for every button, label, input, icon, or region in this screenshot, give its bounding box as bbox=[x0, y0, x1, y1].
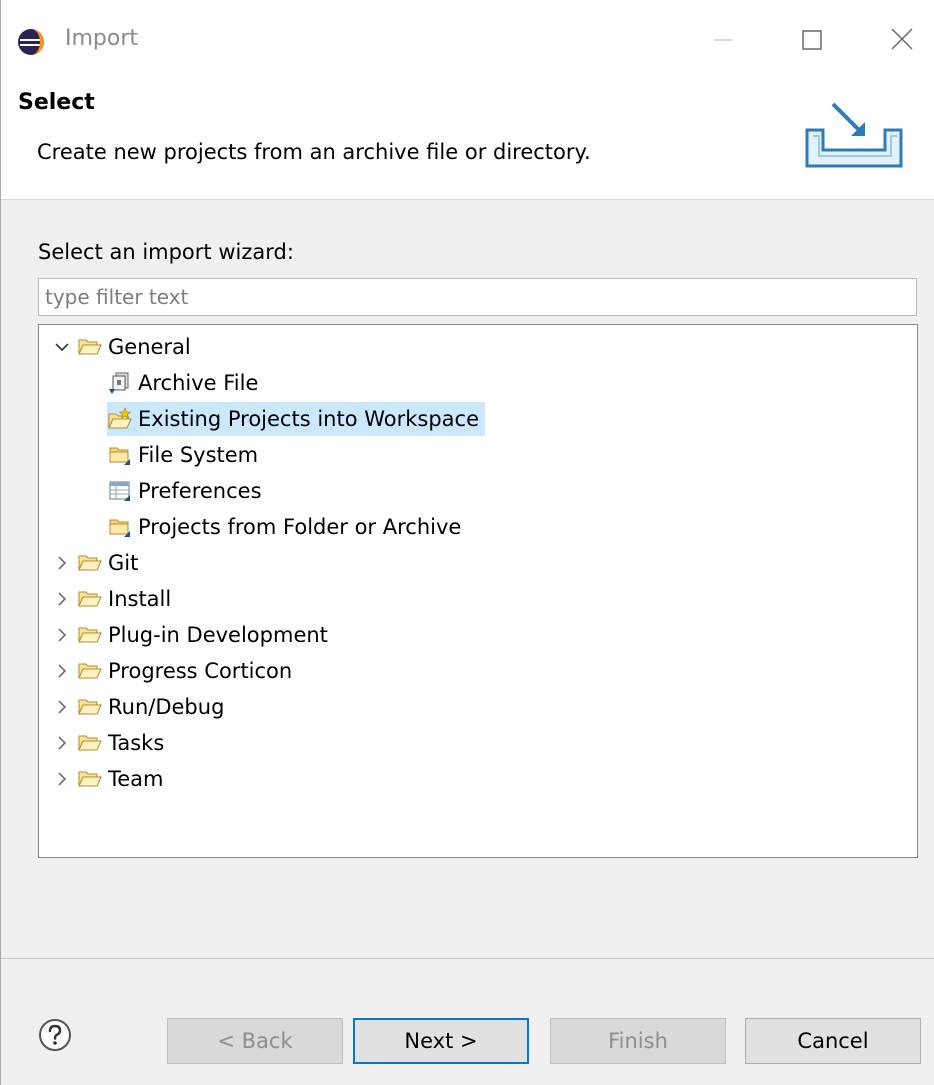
close-icon bbox=[891, 28, 913, 50]
close-button[interactable] bbox=[878, 18, 928, 62]
tree-item-archive-file[interactable]: Archive File bbox=[107, 366, 264, 400]
tree-item-label: Tasks bbox=[108, 731, 165, 755]
tree-item-projects-from-folder[interactable]: Projects from Folder or Archive bbox=[107, 510, 467, 544]
chevron-right-icon[interactable] bbox=[53, 770, 71, 788]
folder-import-icon bbox=[109, 519, 130, 537]
title-bar: Import bbox=[1, 0, 934, 80]
tree-item-label: General bbox=[108, 335, 191, 359]
chevron-right-icon[interactable] bbox=[53, 698, 71, 716]
finish-button[interactable]: Finish bbox=[550, 1018, 726, 1064]
chevron-right-icon[interactable] bbox=[53, 662, 71, 680]
tree-item-run-debug[interactable]: Run/Debug bbox=[53, 690, 230, 724]
folder-open-icon bbox=[78, 771, 102, 787]
tree-item-file-system[interactable]: File System bbox=[107, 438, 264, 472]
folder-import-icon bbox=[109, 447, 130, 465]
page-description: Create new projects from an archive file… bbox=[37, 140, 591, 164]
wizard-tree[interactable]: General Archive File Existing Projects i… bbox=[38, 324, 918, 858]
filter-input[interactable] bbox=[38, 278, 917, 316]
window-title: Import bbox=[65, 26, 139, 51]
import-tray-icon bbox=[803, 100, 909, 176]
folder-open-icon bbox=[78, 735, 102, 751]
tree-item-label: Git bbox=[108, 551, 139, 575]
tree-item-label: Preferences bbox=[138, 479, 262, 503]
tree-item-label: Run/Debug bbox=[108, 695, 225, 719]
folder-open-icon bbox=[78, 591, 102, 607]
folder-open-icon bbox=[78, 555, 102, 571]
folder-open-icon bbox=[78, 699, 102, 715]
tree-item-existing-projects[interactable]: Existing Projects into Workspace bbox=[107, 402, 486, 436]
tree-item-label: Install bbox=[108, 587, 172, 611]
preferences-icon bbox=[109, 481, 130, 501]
wizard-list-label: Select an import wizard: bbox=[38, 240, 294, 264]
chevron-right-icon[interactable] bbox=[53, 734, 71, 752]
maximize-icon bbox=[802, 30, 822, 50]
tree-item-label: File System bbox=[138, 443, 259, 467]
tree-item-label: Plug-in Development bbox=[108, 623, 328, 647]
tree-item-preferences[interactable]: Preferences bbox=[107, 474, 268, 508]
page-title: Select bbox=[18, 90, 95, 115]
help-button[interactable] bbox=[38, 1018, 72, 1052]
help-icon bbox=[39, 1019, 71, 1051]
chevron-right-icon[interactable] bbox=[53, 554, 71, 572]
tree-item-label: Team bbox=[108, 767, 164, 791]
tree-item-general[interactable]: General bbox=[53, 330, 197, 364]
footer-divider bbox=[1, 958, 934, 959]
tree-item-label: Projects from Folder or Archive bbox=[138, 515, 462, 539]
cancel-button[interactable]: Cancel bbox=[745, 1018, 921, 1064]
tree-item-install[interactable]: Install bbox=[53, 582, 177, 616]
chevron-right-icon[interactable] bbox=[53, 590, 71, 608]
tree-item-git[interactable]: Git bbox=[53, 546, 144, 580]
tree-item-label: Existing Projects into Workspace bbox=[138, 407, 480, 431]
tree-item-tasks[interactable]: Tasks bbox=[53, 726, 170, 760]
tree-item-team[interactable]: Team bbox=[53, 762, 170, 796]
import-dialog: Import Select Create new projects from a… bbox=[0, 0, 934, 1085]
tree-item-label: Archive File bbox=[138, 371, 259, 395]
tree-item-label: Progress Corticon bbox=[108, 659, 293, 683]
tree-item-plugin-development[interactable]: Plug-in Development bbox=[53, 618, 334, 652]
chevron-right-icon[interactable] bbox=[53, 626, 71, 644]
folder-open-icon bbox=[78, 627, 102, 643]
folder-open-icon bbox=[78, 339, 102, 355]
wizard-header: Select Create new projects from an archi… bbox=[1, 80, 934, 200]
eclipse-icon bbox=[16, 27, 46, 57]
chevron-down-icon[interactable] bbox=[53, 338, 71, 356]
next-button[interactable]: Next > bbox=[353, 1018, 529, 1064]
tree-item-progress-corticon[interactable]: Progress Corticon bbox=[53, 654, 298, 688]
archive-file-icon bbox=[109, 372, 129, 394]
minimize-icon bbox=[714, 39, 732, 41]
maximize-button[interactable] bbox=[787, 18, 837, 62]
back-button[interactable]: < Back bbox=[167, 1018, 343, 1064]
minimize-button[interactable] bbox=[698, 18, 748, 62]
new-project-folder-icon bbox=[108, 407, 132, 429]
folder-open-icon bbox=[78, 663, 102, 679]
